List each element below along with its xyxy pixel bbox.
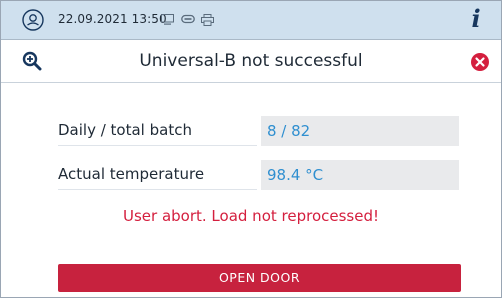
info-icon[interactable]: i [466,5,486,33]
temperature-value: 98.4 °C [261,160,459,190]
title-bar: Universal-B not successful [1,40,501,83]
batch-value: 8 / 82 [261,116,459,146]
temperature-label: Actual temperature [58,165,257,190]
page-title: Universal-B not successful [139,51,363,71]
link-icon [181,14,195,24]
status-datetime: 22.09.2021 13:50 [58,12,167,26]
error-close-icon[interactable] [471,53,489,71]
batch-label: Daily / total batch [58,121,257,146]
error-message: User abort. Load not reprocessed! [123,207,379,225]
content-panel: Daily / total batch 8 / 82 Actual temper… [1,83,501,297]
open-door-button[interactable]: OPEN DOOR [58,264,461,292]
printer-icon [201,14,214,26]
status-bar: 22.09.2021 13:50 i [1,1,501,40]
display-icon [161,14,174,25]
device-logo-icon [22,9,44,31]
screen-frame: 22.09.2021 13:50 i Universal-B not succe… [0,0,502,298]
